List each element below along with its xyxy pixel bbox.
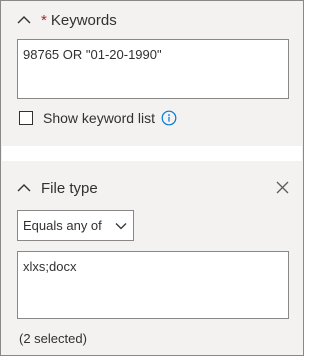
selection-count: (2 selected) bbox=[19, 331, 87, 346]
show-keyword-list-label: Show keyword list bbox=[43, 110, 156, 126]
file-type-header[interactable]: File type bbox=[17, 177, 98, 199]
keywords-title: Keywords bbox=[50, 11, 117, 29]
section-divider bbox=[2, 146, 302, 161]
file-type-title: File type bbox=[41, 179, 98, 197]
chevron-down-icon bbox=[115, 222, 127, 229]
required-marker: * bbox=[41, 11, 47, 29]
close-icon[interactable] bbox=[276, 181, 289, 194]
show-keyword-list-checkbox[interactable] bbox=[19, 111, 33, 125]
keywords-section: * Keywords 98765 OR "01-20-1990" Show ke… bbox=[2, 2, 302, 146]
keywords-header[interactable]: * Keywords bbox=[17, 9, 117, 31]
keywords-input[interactable]: 98765 OR "01-20-1990" bbox=[17, 39, 289, 99]
chevron-up-icon[interactable] bbox=[17, 183, 31, 193]
operator-value: Equals any of bbox=[23, 218, 102, 233]
filter-panel: * Keywords 98765 OR "01-20-1990" Show ke… bbox=[0, 0, 304, 356]
file-type-input[interactable]: xlxs;docx bbox=[17, 251, 289, 319]
file-type-section: File type Equals any of xlxs;docx (2 sel… bbox=[2, 161, 302, 355]
chevron-up-icon[interactable] bbox=[17, 15, 31, 25]
operator-dropdown[interactable]: Equals any of bbox=[17, 210, 134, 241]
info-icon[interactable] bbox=[161, 110, 177, 126]
show-keyword-list-option[interactable]: Show keyword list bbox=[19, 110, 177, 126]
